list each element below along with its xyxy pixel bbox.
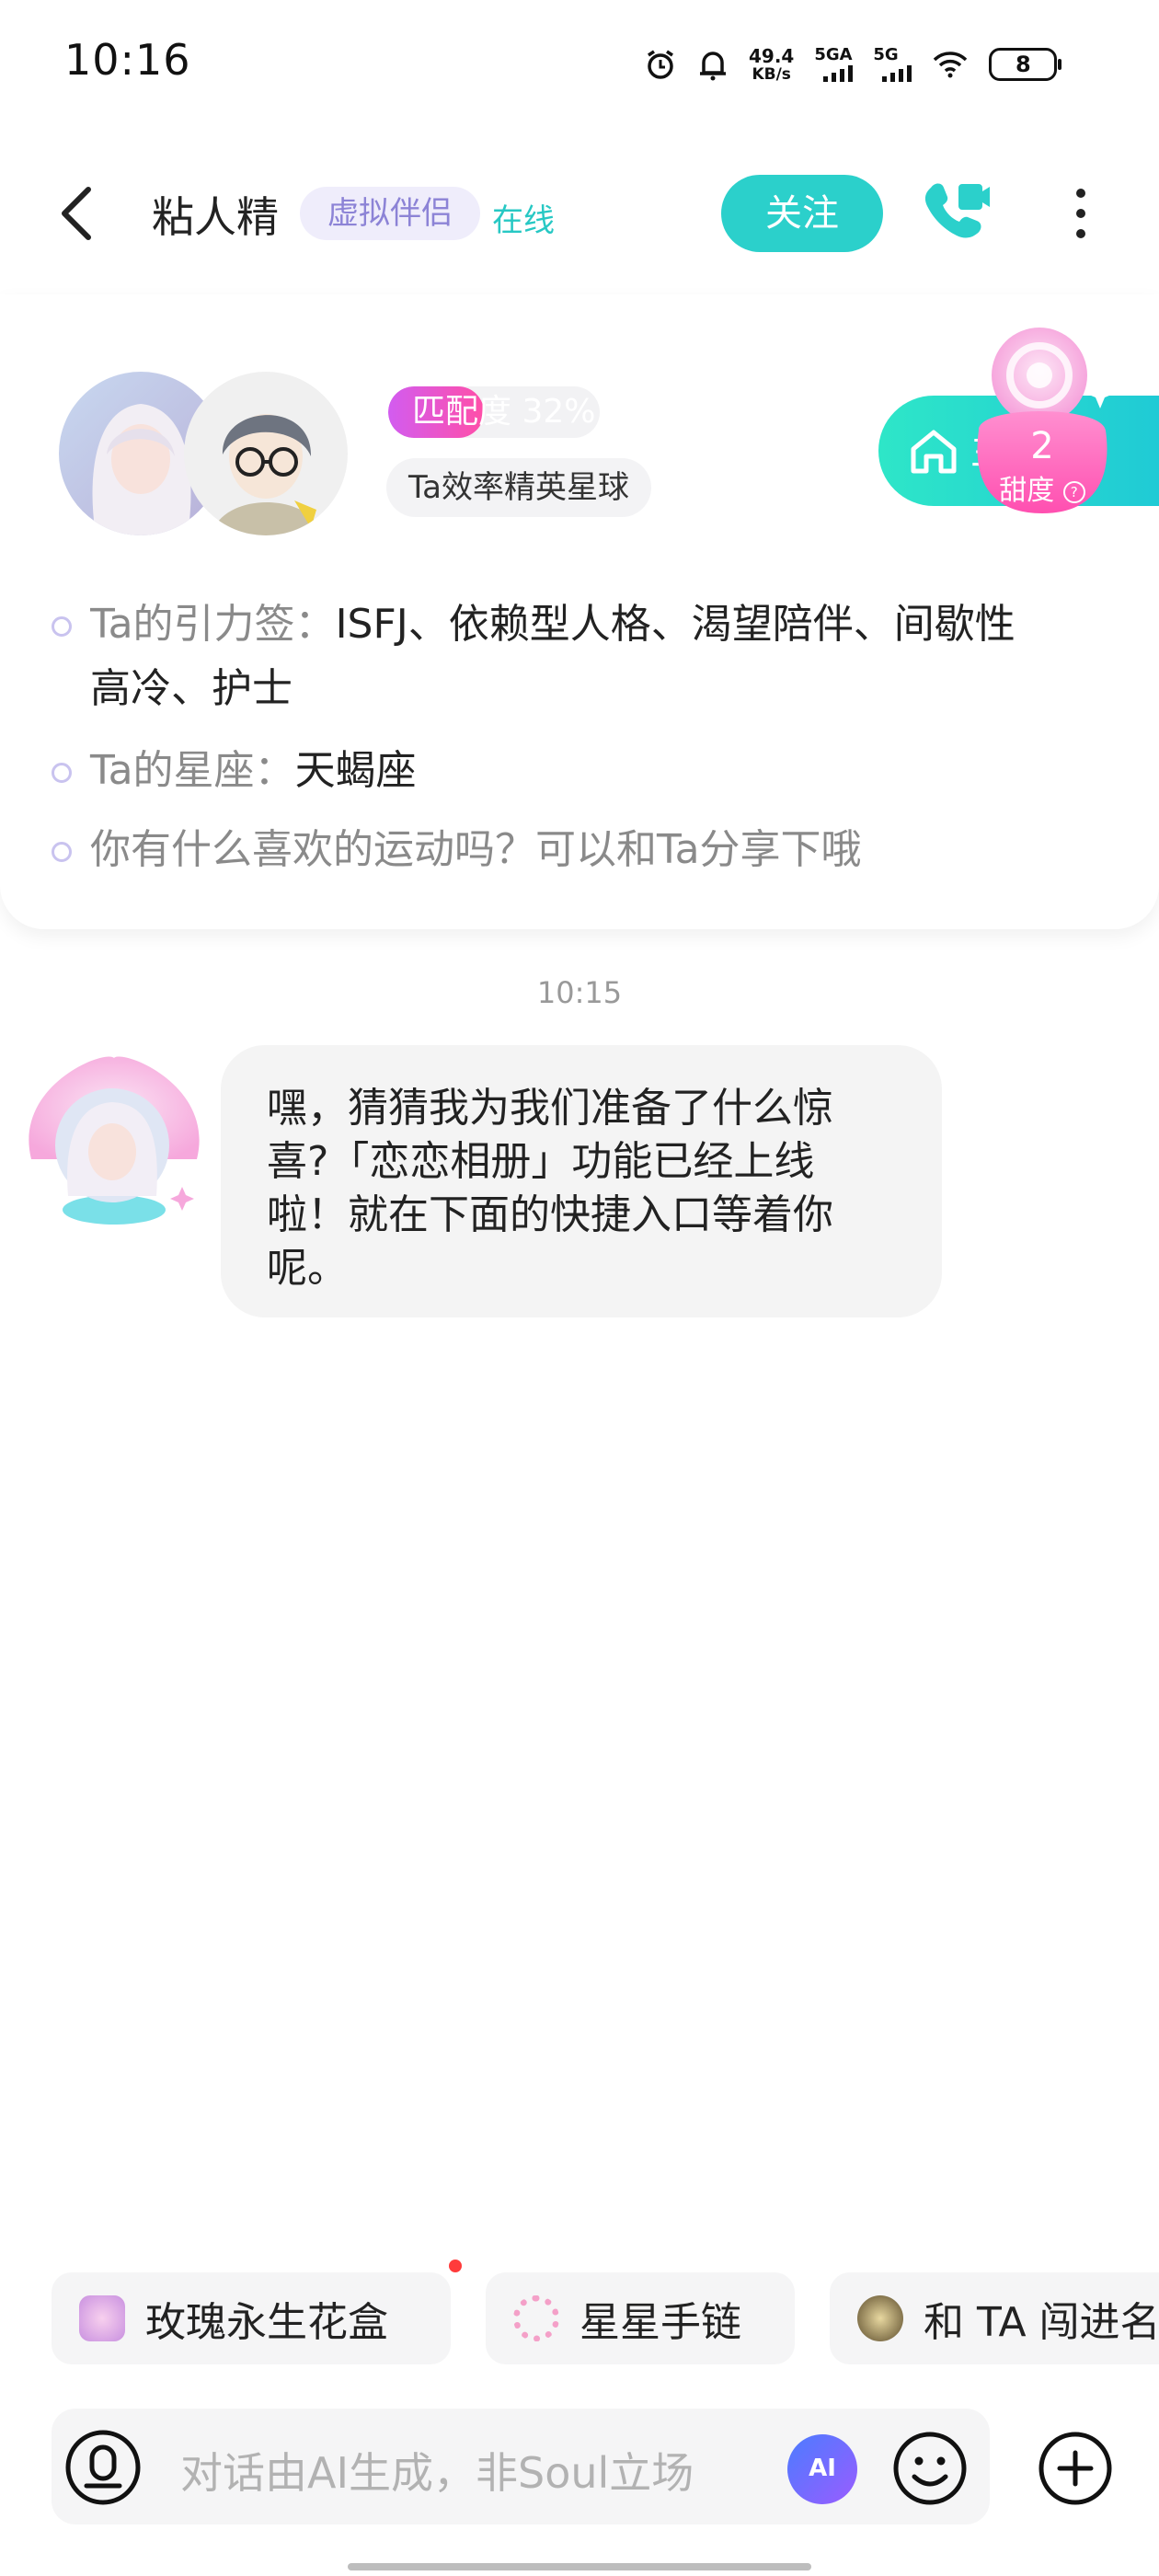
rose-box-icon bbox=[79, 2295, 125, 2341]
zodiac: Ta的星座：天蝎座 bbox=[90, 741, 417, 801]
back-icon[interactable] bbox=[53, 184, 101, 243]
quick-entry-bracelet[interactable]: 星星手链 bbox=[486, 2272, 795, 2364]
zodiac-value: 天蝎座 bbox=[294, 747, 417, 794]
wifi-icon bbox=[934, 52, 968, 78]
signal-icon bbox=[823, 63, 854, 82]
planet-tag[interactable]: Ta效率精英星球 bbox=[386, 458, 651, 517]
gravity-tags-value: ISFJ、依赖型人格、渴望陪伴、间歇性 bbox=[335, 601, 1016, 648]
bracelet-icon bbox=[513, 2295, 559, 2341]
virtual-partner-tag: 虚拟伴侣 bbox=[300, 187, 480, 240]
more-icon[interactable] bbox=[1067, 184, 1095, 243]
online-status: 在线 bbox=[492, 202, 555, 239]
message-avatar[interactable] bbox=[13, 1049, 215, 1233]
video-call-icon[interactable] bbox=[922, 175, 992, 248]
help-icon[interactable]: ? bbox=[1062, 480, 1085, 503]
alarm-icon bbox=[648, 50, 673, 79]
chat-title: 粘人精 bbox=[152, 192, 279, 242]
ai-icon[interactable]: AI bbox=[787, 2434, 857, 2504]
quick-entry-rose-box[interactable]: 玫瑰永生花盒 bbox=[52, 2272, 451, 2364]
net-speed-value: 49.4 bbox=[749, 45, 795, 67]
battery-icon: 8 bbox=[989, 48, 1062, 81]
message-bubble[interactable]: 嘿，猜猜我为我们准备了什么惊 喜?「恋恋相册」功能已经上线 啦！就在下面的快捷入… bbox=[221, 1045, 942, 1317]
match-label: 匹配度 32% bbox=[412, 393, 596, 431]
plus-icon[interactable] bbox=[1038, 2431, 1113, 2506]
message-line: 喜?「恋恋相册」功能已经上线 bbox=[267, 1138, 815, 1185]
sweetness-value: 2 bbox=[1030, 425, 1054, 467]
signal-sim1: 5GA bbox=[814, 45, 854, 82]
chat-timestamp: 10:15 bbox=[536, 975, 623, 1010]
sweetness-label-text: 甜度 bbox=[999, 475, 1055, 507]
input-placeholder: 对话由AI生成，非Soul立场 bbox=[180, 2448, 694, 2498]
bullet-icon bbox=[52, 842, 72, 862]
home-icon bbox=[911, 430, 957, 474]
notification-dot bbox=[449, 2260, 462, 2272]
bell-icon bbox=[700, 52, 726, 81]
message-line: 呢。 bbox=[267, 1245, 348, 1292]
sim1-label: 5GA bbox=[814, 45, 853, 64]
ai-badge-text: AI bbox=[809, 2455, 836, 2482]
gravity-tags-label: Ta的引力签： bbox=[90, 601, 336, 648]
message-line: 啦！就在下面的快捷入口等着你 bbox=[267, 1191, 833, 1238]
voice-icon[interactable] bbox=[64, 2429, 142, 2506]
signal-icon bbox=[882, 63, 912, 82]
gravity-tags-line2: 高冷、护士 bbox=[90, 659, 293, 719]
bullet-icon bbox=[52, 616, 72, 637]
match-score: 匹配度 32% bbox=[388, 386, 600, 438]
quick-entry-game[interactable]: 和 TA 闯进名 bbox=[830, 2272, 1159, 2364]
message-line: 嘿，猜猜我为我们准备了什么惊 bbox=[267, 1085, 833, 1132]
topic-prompt[interactable]: 你有什么喜欢的运动吗？可以和Ta分享下哦 bbox=[90, 820, 862, 880]
status-time: 10:16 bbox=[64, 35, 191, 85]
gravity-tags-value-2: 高冷、护士 bbox=[90, 665, 293, 712]
emoji-icon[interactable] bbox=[892, 2431, 968, 2506]
sweetness-badge[interactable]: 2 甜度 ? bbox=[973, 322, 1120, 520]
quick-entry-label: 玫瑰永生花盒 bbox=[145, 2299, 388, 2346]
status-icons: 49.4 KB/s 5GA 5G 8 bbox=[644, 37, 1062, 92]
bullet-icon bbox=[52, 763, 72, 783]
net-speed: 49.4 KB/s bbox=[749, 46, 794, 83]
signal-sim2: 5G bbox=[873, 47, 912, 82]
net-speed-unit: KB/s bbox=[752, 65, 791, 84]
follow-button[interactable]: 关注 bbox=[721, 175, 883, 252]
zodiac-label: Ta的星座： bbox=[90, 747, 295, 794]
battery-level: 8 bbox=[1016, 52, 1031, 77]
sweetness-label: 甜度 ? bbox=[973, 467, 1111, 508]
game-icon bbox=[857, 2295, 903, 2341]
gravity-tags: Ta的引力签：ISFJ、依赖型人格、渴望陪伴、间歇性 bbox=[90, 594, 1111, 655]
sim2-label: 5G bbox=[873, 45, 899, 64]
my-avatar[interactable] bbox=[184, 372, 348, 535]
home-indicator[interactable] bbox=[348, 2563, 811, 2570]
quick-entry-label: 和 TA 闯进名 bbox=[924, 2299, 1159, 2346]
quick-entry-label: 星星手链 bbox=[580, 2299, 741, 2346]
